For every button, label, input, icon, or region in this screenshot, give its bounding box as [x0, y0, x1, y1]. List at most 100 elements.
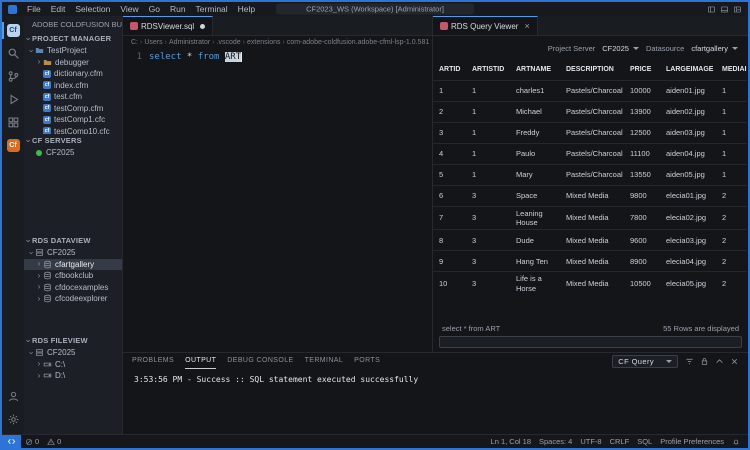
column-header-mediaid[interactable]: MEDIAID — [716, 60, 747, 80]
server-select[interactable]: CF2025 — [602, 44, 639, 53]
table-row[interactable]: 4 1 Paulo Pastels/Charcoal 11100 aiden04.jpg 1 — [433, 142, 747, 164]
tab-rds-query-viewer[interactable]: RDS Query Viewer × — [433, 16, 538, 35]
tree-item-test-cfm[interactable]: cf test.cfm — [24, 91, 122, 103]
table-row[interactable]: 10 3 Life is a Horse Mixed Media 10500 elecia… — [433, 271, 747, 295]
status-ln-1-col-18[interactable]: Ln 1, Col 18 — [487, 437, 535, 446]
code-editor[interactable]: 1 select * from ART — [123, 49, 432, 352]
close-icon[interactable]: × — [524, 21, 529, 31]
tree-item-debugger[interactable]: › debugger — [24, 57, 122, 69]
table-row[interactable]: 5 1 Mary Pastels/Charcoal 13550 aiden05.jpg 1 — [433, 163, 747, 185]
status-crlf[interactable]: CRLF — [606, 437, 634, 446]
tree-item-cfbookclub[interactable]: › cfbookclub — [24, 270, 122, 282]
customize-layout-icon[interactable] — [733, 5, 742, 14]
column-header-artistid[interactable]: ARTISTID — [466, 60, 510, 80]
panel-tab-output[interactable]: OUTPUT — [185, 353, 217, 369]
section-header-project-manager[interactable]: › PROJECT MANAGER — [24, 32, 122, 45]
status-utf-8[interactable]: UTF-8 — [576, 437, 605, 446]
extensions-icon — [7, 116, 20, 129]
menu-file[interactable]: File — [22, 4, 46, 14]
cfml-file-icon: cf — [43, 115, 51, 124]
tree-item-index-cfm[interactable]: cf index.cfm — [24, 80, 122, 92]
column-header-price[interactable]: PRICE — [624, 60, 660, 80]
tree-item-testcomp1-cfc[interactable]: cf testComp1.cfc — [24, 114, 122, 126]
section-header-rds-fileview[interactable]: › RDS FILEVIEW — [24, 334, 122, 347]
chevron-down-icon: › — [24, 139, 33, 142]
lock-icon[interactable] — [700, 357, 709, 366]
menu-selection[interactable]: Selection — [70, 4, 115, 14]
column-header-largeimage[interactable]: LARGEIMAGE — [660, 60, 716, 80]
datasource-select[interactable]: cfartgallery — [691, 44, 738, 53]
breadcrumb-segment[interactable]: Users — [144, 39, 162, 46]
panel-tab-ports[interactable]: PORTS — [354, 353, 380, 369]
table-row[interactable]: 6 3 Space Mixed Media 9800 elecia01.jpg 2 — [433, 184, 747, 206]
activity-coldfusion-builder[interactable]: Cf — [2, 19, 24, 42]
tab-rdsviewer-sql[interactable]: RDSViewer.sql — [123, 16, 214, 35]
menu-view[interactable]: View — [115, 4, 143, 14]
tree-item-testcomp-cfm[interactable]: cf testComp.cfm — [24, 103, 122, 115]
activity-search[interactable] — [2, 42, 24, 65]
tree-item-d[interactable]: › D:\ — [24, 370, 122, 382]
table-row[interactable]: 7 3 Leaning House Mixed Media 7800 elecia02.j… — [433, 205, 747, 230]
activity-extensions[interactable] — [2, 111, 24, 134]
filter-icon[interactable] — [685, 357, 694, 366]
panel-tab-problems[interactable]: PROBLEMS — [132, 353, 174, 369]
tree-item-cfcodeexplorer[interactable]: › cfcodeexplorer — [24, 293, 122, 305]
activity-run-debug[interactable] — [2, 88, 24, 111]
status-sql[interactable]: SQL — [633, 437, 656, 446]
tree-item-cfartgallery[interactable]: › cfartgallery — [24, 258, 122, 270]
tree-item-dictionary-cfm[interactable]: cf dictionary.cfm — [24, 68, 122, 80]
close-panel-icon[interactable] — [730, 357, 739, 366]
tree-item-cfdocexamples[interactable]: › cfdocexamples — [24, 282, 122, 294]
panel-tab-terminal[interactable]: TERMINAL — [305, 353, 344, 369]
breadcrumb-segment[interactable]: Administrator — [169, 39, 210, 46]
breadcrumb-segment[interactable]: C: — [131, 39, 138, 46]
activity-settings[interactable] — [2, 408, 24, 431]
menu-edit[interactable]: Edit — [46, 4, 71, 14]
cell: 11100 — [624, 142, 660, 164]
menu-terminal[interactable]: Terminal — [191, 4, 233, 14]
table-row[interactable]: 8 3 Dude Mixed Media 9600 elecia03.jpg 2 — [433, 229, 747, 251]
rds-query-input[interactable] — [439, 336, 742, 348]
section-header-rds-dataview[interactable]: › RDS DATAVIEW — [24, 234, 122, 247]
status-profile-preferences[interactable]: Profile Preferences — [656, 437, 728, 446]
status-warning[interactable]: 0 — [43, 437, 65, 446]
column-header-description[interactable]: DESCRIPTION — [560, 60, 624, 80]
toggle-panel-icon[interactable] — [720, 5, 729, 14]
remote-indicator[interactable] — [2, 435, 21, 448]
toggle-sidebar-icon[interactable] — [707, 5, 716, 14]
breadcrumb-segment[interactable]: com-adobe-coldfusion.adobe-cfml-lsp-1.0.… — [287, 39, 429, 46]
table-row[interactable]: 1 1 charles1 Pastels/Charcoal 10000 aiden01.j… — [433, 79, 747, 101]
tree-item-cf2025[interactable]: › CF2025 — [24, 247, 122, 259]
error-icon — [25, 438, 33, 446]
tree-item-testproject[interactable]: › TestProject — [24, 45, 122, 57]
table-row[interactable]: 9 3 Hang Ten Mixed Media 8900 elecia04.jpg 2 — [433, 250, 747, 272]
menu-run[interactable]: Run — [165, 4, 191, 14]
column-header-artname[interactable]: ARTNAME — [510, 60, 560, 80]
modified-dot-icon[interactable] — [200, 23, 206, 29]
activity-coldfusion[interactable]: Cf — [2, 134, 24, 157]
section-cf-servers: › CF SERVERS CF2025 — [24, 134, 122, 234]
activity-source-control[interactable] — [2, 65, 24, 88]
output-console[interactable]: 3:53:56 PM - Success :: SQL statement ex… — [123, 369, 748, 434]
tree-item-c[interactable]: › C:\ — [24, 359, 122, 371]
column-header-artid[interactable]: ARTID — [433, 60, 466, 80]
status-error[interactable]: 0 — [21, 437, 43, 446]
activity-account[interactable] — [2, 385, 24, 408]
panel-tab-debug-console[interactable]: DEBUG CONSOLE — [227, 353, 293, 369]
table-row[interactable]: 2 1 Michael Pastels/Charcoal 13900 aiden02.jp… — [433, 100, 747, 122]
section-header-cf-servers[interactable]: › CF SERVERS — [24, 134, 122, 147]
tree-item-testcomp10-cfc[interactable]: cf testComp10.cfc — [24, 126, 122, 134]
breadcrumb-segment[interactable]: extensions — [247, 39, 280, 46]
maximize-panel-icon[interactable] — [715, 357, 724, 366]
breadcrumb-segment[interactable]: .vscode — [217, 39, 241, 46]
menu-help[interactable]: Help — [233, 4, 260, 14]
rds-tab-bar: RDS Query Viewer × — [433, 16, 748, 36]
tree-item-cf2025[interactable]: CF2025 — [24, 147, 122, 159]
status-bell[interactable] — [728, 438, 744, 446]
status-text: Profile Preferences — [660, 437, 724, 446]
status-spaces-4[interactable]: Spaces: 4 — [535, 437, 576, 446]
menu-go[interactable]: Go — [144, 4, 165, 14]
output-channel-select[interactable]: CF Query — [612, 354, 678, 368]
table-row[interactable]: 3 1 Freddy Pastels/Charcoal 12500 aiden03.jpg… — [433, 121, 747, 143]
tree-item-cf2025[interactable]: › CF2025 — [24, 347, 122, 359]
